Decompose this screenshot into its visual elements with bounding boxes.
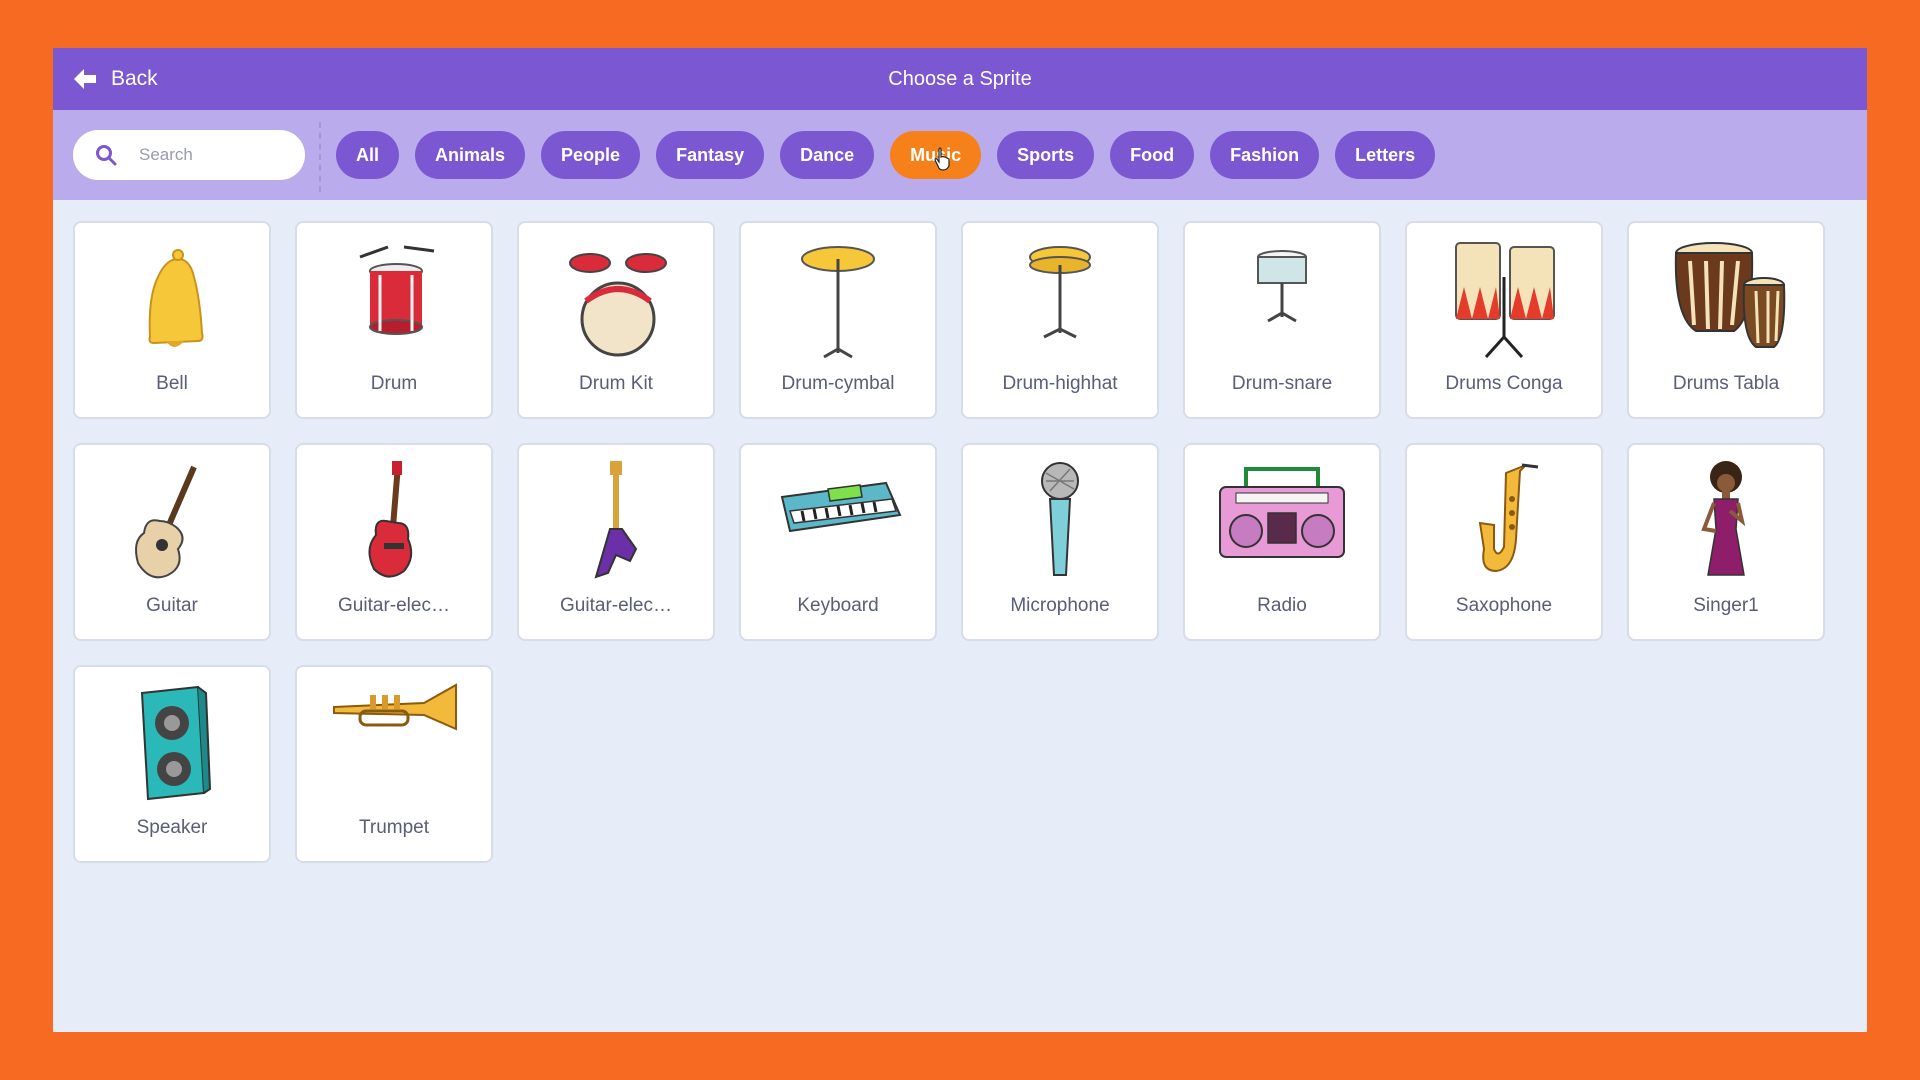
- filter-bar: All Animals People Fantasy Dance Music S…: [53, 110, 1867, 200]
- library-header: Back Choose a Sprite: [53, 48, 1867, 110]
- sprite-card-guitar[interactable]: Guitar: [73, 443, 271, 641]
- speaker-icon: [140, 685, 212, 801]
- drum-icon: [359, 245, 435, 335]
- sprite-name: Saxophone: [1455, 595, 1553, 616]
- sprite-name: Singer1: [1693, 595, 1759, 616]
- snare-icon: [1257, 250, 1307, 323]
- keyboard-icon: [780, 481, 902, 533]
- sprite-card-drums-conga[interactable]: Drums Conga: [1405, 221, 1603, 419]
- tag-label: Animals: [435, 144, 506, 165]
- page-title: Choose a Sprite: [888, 67, 1032, 90]
- search-icon: [96, 145, 117, 166]
- sprite-card-keyboard[interactable]: Keyboard: [739, 443, 937, 641]
- conga-icon: [1455, 242, 1555, 359]
- sprite-card-radio[interactable]: Radio: [1183, 443, 1381, 641]
- sprite-card-trumpet[interactable]: Trumpet: [295, 665, 493, 863]
- sprite-name: Guitar: [146, 595, 198, 616]
- tag-label: Dance: [800, 144, 855, 165]
- sprite-card-singer1[interactable]: Singer1: [1627, 443, 1825, 641]
- sprite-name: Guitar-elec…: [338, 595, 450, 616]
- cymbal-icon: [801, 246, 875, 359]
- sprite-card-microphone[interactable]: Microphone: [961, 443, 1159, 641]
- sprite-card-drum-kit[interactable]: Drum Kit: [517, 221, 715, 419]
- tag-label: Food: [1130, 144, 1175, 165]
- category-tags: All Animals People Fantasy Dance Music S…: [336, 131, 1436, 179]
- singer-icon: [1701, 461, 1746, 576]
- tag-food[interactable]: Food: [1110, 131, 1195, 179]
- sprite-name: Keyboard: [797, 595, 879, 616]
- sprite-library-window: Back Choose a Sprite All Animals People …: [53, 48, 1867, 1032]
- sprite-name: Microphone: [1010, 595, 1110, 616]
- guitar-icon: [135, 465, 197, 579]
- sprite-name: Drum: [370, 373, 418, 394]
- sprite-card-guitar-electric-2[interactable]: Guitar-elec…: [517, 443, 715, 641]
- back-button[interactable]: Back: [73, 48, 158, 110]
- sprite-name: Trumpet: [358, 817, 430, 838]
- sprite-name: Drum-highhat: [1002, 373, 1118, 394]
- sprite-card-drum-cymbal[interactable]: Drum-cymbal: [739, 221, 937, 419]
- trumpet-icon: [333, 683, 457, 731]
- tag-label: All: [356, 144, 380, 165]
- sprite-name: Drum Kit: [579, 373, 653, 394]
- sprite-card-drum-highhat[interactable]: Drum-highhat: [961, 221, 1159, 419]
- sprite-name: Radio: [1257, 595, 1307, 616]
- drum-kit-icon: [569, 253, 667, 357]
- arrow-left-icon: [74, 69, 96, 89]
- sprite-name: Guitar-elec…: [560, 595, 672, 616]
- sprite-name: Drum-snare: [1231, 373, 1333, 394]
- filter-divider: [319, 122, 321, 192]
- tag-sports[interactable]: Sports: [997, 131, 1095, 179]
- sprite-name: Speaker: [136, 817, 208, 838]
- sprite-name: Drums Conga: [1445, 373, 1563, 394]
- back-label: Back: [111, 67, 158, 90]
- bell-icon: [148, 249, 204, 347]
- sprite-name: Bell: [156, 373, 188, 394]
- tag-all[interactable]: All: [336, 131, 400, 179]
- radio-icon: [1219, 467, 1345, 558]
- sprite-card-speaker[interactable]: Speaker: [73, 665, 271, 863]
- tag-fantasy[interactable]: Fantasy: [656, 131, 765, 179]
- tag-people[interactable]: People: [541, 131, 641, 179]
- sprite-name: Drum-cymbal: [781, 373, 895, 394]
- tabla-icon: [1674, 242, 1786, 348]
- electric-guitar-purple-icon: [594, 461, 638, 579]
- tag-music[interactable]: Music: [890, 131, 982, 179]
- sprite-card-drum[interactable]: Drum: [295, 221, 493, 419]
- search-input[interactable]: [137, 144, 291, 166]
- tag-dance[interactable]: Dance: [780, 131, 875, 179]
- sprite-card-drum-snare[interactable]: Drum-snare: [1183, 221, 1381, 419]
- tag-label: Sports: [1017, 144, 1075, 165]
- search-box[interactable]: [73, 130, 305, 180]
- sprite-card-guitar-electric-1[interactable]: Guitar-elec…: [295, 443, 493, 641]
- electric-guitar-red-icon: [368, 461, 413, 578]
- hand-pointer-icon: [934, 147, 950, 171]
- sprite-name: Drums Tabla: [1672, 373, 1780, 394]
- highhat-icon: [1029, 246, 1091, 339]
- sprite-card-saxophone[interactable]: Saxophone: [1405, 443, 1603, 641]
- tag-fashion[interactable]: Fashion: [1210, 131, 1320, 179]
- microphone-icon: [1041, 462, 1079, 576]
- sprite-card-bell[interactable]: Bell: [73, 221, 271, 419]
- tag-label: People: [561, 144, 621, 165]
- sprite-grid: Bell Drum Drum Kit Drum-cymbal Drum-high…: [73, 221, 1825, 863]
- tag-letters[interactable]: Letters: [1335, 131, 1436, 179]
- tag-animals[interactable]: Animals: [415, 131, 526, 179]
- tag-label: Fashion: [1230, 144, 1300, 165]
- sprite-card-drums-tabla[interactable]: Drums Tabla: [1627, 221, 1825, 419]
- tag-label: Fantasy: [676, 144, 745, 165]
- saxophone-icon: [1478, 463, 1539, 573]
- tag-label: Letters: [1355, 144, 1416, 165]
